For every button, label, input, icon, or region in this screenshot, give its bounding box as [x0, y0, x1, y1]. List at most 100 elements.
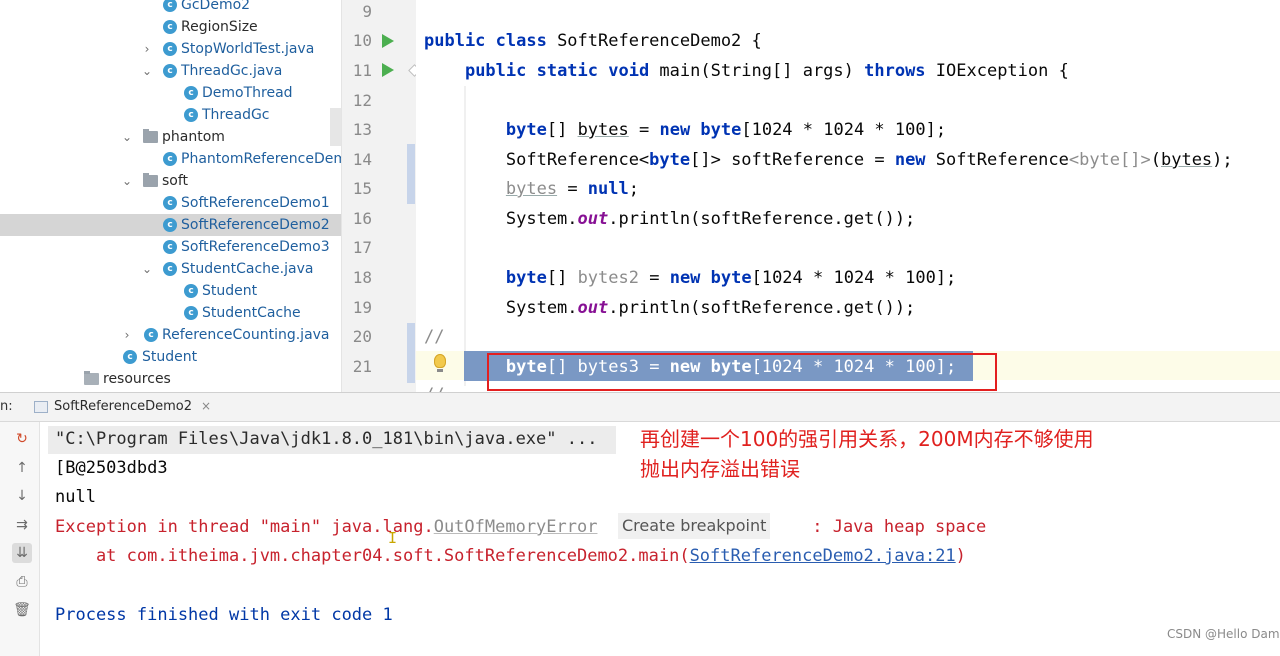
code-line-22[interactable]: // [424, 380, 444, 392]
lightbulb-icon[interactable] [434, 354, 446, 372]
tree-item-student[interactable]: c Student [0, 280, 341, 302]
tree-item-label: SoftReferenceDemo1 [181, 195, 330, 211]
line-number: 13 [352, 120, 372, 139]
tree-item-label: SoftReferenceDemo2 [181, 217, 330, 233]
line-number: 14 [352, 150, 372, 169]
tree-item-soft[interactable]: ⌄ soft [0, 170, 341, 192]
tree-item-softreferencedemo2[interactable]: c SoftReferenceDemo2 [0, 214, 341, 236]
tree-item-student-root[interactable]: c Student [0, 346, 341, 368]
class-icon: c [184, 284, 198, 298]
tree-item-resources[interactable]: resources [0, 368, 341, 390]
tree-item-label: GcDemo2 [181, 0, 251, 13]
run-label: n: [0, 399, 13, 414]
console-command[interactable]: "C:\Program Files\Java\jdk1.8.0_181\bin\… [55, 424, 597, 454]
resources-folder-icon [84, 371, 99, 385]
class-icon: c [123, 350, 137, 364]
trash-icon[interactable]: 🗑 [12, 600, 32, 620]
run-side-toolbar: ↻ ↑ ↓ ⇉ ⇊ ⎙ 🗑 [0, 422, 40, 656]
tab-title: SoftReferenceDemo2 [54, 399, 193, 414]
tree-item-phantom[interactable]: ⌄ phantom [0, 126, 341, 148]
soft-wrap-icon[interactable]: ⇉ [12, 515, 32, 535]
code-line-14[interactable]: SoftReference<byte[]> softReference = ne… [424, 145, 1233, 175]
line-number: 12 [352, 91, 372, 110]
tree-item-label: PhantomReferenceDemo [181, 151, 341, 167]
class-icon: c [163, 218, 177, 232]
tree-item-phantomreferencedemo[interactable]: c PhantomReferenceDemo [0, 148, 341, 170]
line-number: 21 [352, 357, 372, 376]
change-marker[interactable] [407, 144, 415, 204]
code-line-18[interactable]: byte[] bytes2 = new byte[1024 * 1024 * 1… [424, 263, 956, 293]
console-stack-line: at com.itheima.jvm.chapter04.soft.SoftRe… [55, 541, 966, 571]
tree-item-label: RegionSize [181, 19, 258, 35]
line-number: 11 [352, 61, 372, 80]
project-tree: c GcDemo2 c RegionSize › c StopWorldTest… [0, 0, 341, 392]
exception-class-link[interactable]: OutOfMemoryError [434, 517, 598, 537]
text-cursor-icon: I [388, 529, 398, 547]
tree-item-label: Student [142, 349, 198, 365]
rerun-icon[interactable]: ↻ [12, 429, 32, 449]
print-icon[interactable]: ⎙ [12, 572, 32, 592]
scroll-to-end-icon[interactable]: ⇊ [12, 543, 32, 563]
tree-item-softreferencedemo1[interactable]: c SoftReferenceDemo1 [0, 192, 341, 214]
tree-item-label: StudentCache.java [181, 261, 314, 277]
code-line-10[interactable]: public class SoftReferenceDemo2 { [424, 26, 762, 56]
console-exception-line: Exception in thread "main" java.lang.Out… [55, 512, 597, 542]
change-marker[interactable] [407, 323, 415, 383]
code-line-11[interactable]: public static void main(String[] args) t… [424, 56, 1069, 86]
tree-item-label: StudentCache [202, 305, 301, 321]
class-icon: c [163, 262, 177, 276]
code-line-20[interactable]: // [424, 322, 444, 352]
line-number: 9 [362, 2, 372, 21]
tree-item-label: ThreadGc.java [181, 63, 283, 79]
tree-item-threadgc-java[interactable]: ⌄ c ThreadGc.java [0, 60, 341, 82]
tree-item-regionsize[interactable]: c RegionSize [0, 16, 341, 38]
create-breakpoint-button[interactable]: Create breakpoint [618, 513, 771, 539]
code-line-16[interactable]: System.out.println(softReference.get()); [424, 204, 915, 234]
code-editor[interactable]: public class SoftReferenceDemo2 { public… [416, 0, 1280, 392]
tree-item-label: StopWorldTest.java [181, 41, 315, 57]
class-icon: c [184, 306, 198, 320]
class-icon: c [144, 328, 158, 342]
tree-item-label: soft [162, 173, 189, 189]
line-number: 18 [352, 268, 372, 287]
class-icon: c [163, 196, 177, 210]
up-arrow-icon[interactable]: ↑ [12, 458, 32, 478]
tree-item-stopworldtest[interactable]: › c StopWorldTest.java [0, 38, 341, 60]
run-main-icon[interactable] [382, 63, 394, 77]
chevron-down-icon[interactable]: ⌄ [141, 60, 153, 82]
tree-item-label: phantom [162, 129, 225, 145]
close-icon[interactable]: × [201, 399, 211, 413]
chevron-down-icon[interactable]: ⌄ [121, 170, 133, 192]
chevron-right-icon[interactable]: › [121, 324, 133, 346]
run-class-icon[interactable] [382, 34, 394, 48]
code-line-15[interactable]: bytes = null; [424, 174, 639, 204]
tree-item-label: DemoThread [202, 85, 293, 101]
tree-item-demothread[interactable]: c DemoThread [0, 82, 341, 104]
chevron-right-icon[interactable]: › [141, 38, 153, 60]
class-icon: c [184, 86, 198, 100]
code-line-19[interactable]: System.out.println(softReference.get()); [424, 293, 915, 323]
tree-item-label: ThreadGc [202, 107, 270, 123]
stack-source-link[interactable]: SoftReferenceDemo2.java:21 [690, 546, 956, 566]
code-line-13[interactable]: byte[] bytes = new byte[1024 * 1024 * 10… [424, 115, 946, 145]
tree-item-softreferencedemo3[interactable]: c SoftReferenceDemo3 [0, 236, 341, 258]
tree-item-studentcache-java[interactable]: ⌄ c StudentCache.java [0, 258, 341, 280]
watermark: CSDN @Hello Dam [1167, 627, 1280, 641]
chevron-down-icon[interactable]: ⌄ [141, 258, 153, 280]
tree-item-gcdemo2[interactable]: c GcDemo2 [0, 0, 341, 16]
line-number: 17 [352, 238, 372, 257]
run-console[interactable]: "C:\Program Files\Java\jdk1.8.0_181\bin\… [40, 422, 1280, 656]
line-number: 15 [352, 179, 372, 198]
class-icon: c [163, 20, 177, 34]
exception-prefix: Exception in thread "main" java.lang. [55, 517, 434, 537]
down-arrow-icon[interactable]: ↓ [12, 486, 32, 506]
chevron-down-icon[interactable]: ⌄ [121, 126, 133, 148]
tree-item-referencecounting[interactable]: › c ReferenceCounting.java [0, 324, 341, 346]
tree-item-label: ReferenceCounting.java [162, 327, 330, 343]
tree-item-studentcache[interactable]: c StudentCache [0, 302, 341, 324]
stack-prefix: at com.itheima.jvm.chapter04.soft.SoftRe… [55, 546, 690, 566]
class-icon: c [184, 108, 198, 122]
package-folder-icon [143, 173, 158, 187]
tree-scrollbar[interactable] [330, 108, 341, 146]
tree-item-threadgc[interactable]: c ThreadGc [0, 104, 341, 126]
